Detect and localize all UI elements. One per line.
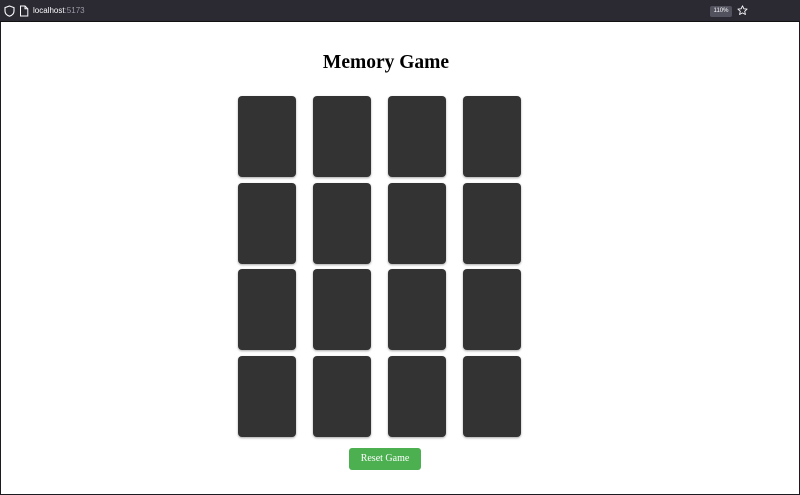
- memory-card[interactable]: [313, 269, 371, 350]
- memory-card[interactable]: [463, 269, 521, 350]
- zoom-level-badge[interactable]: 110%: [710, 6, 732, 17]
- memory-card[interactable]: [463, 96, 521, 177]
- browser-toolbar: localhost:5173 110%: [0, 0, 800, 22]
- memory-card[interactable]: [238, 96, 296, 177]
- page-viewport: Memory Game Reset Game: [1, 22, 799, 494]
- url-port: :5173: [64, 6, 85, 15]
- memory-card[interactable]: [313, 355, 371, 437]
- shield-icon[interactable]: [4, 5, 15, 17]
- memory-card[interactable]: [313, 96, 371, 177]
- memory-card[interactable]: [463, 182, 521, 264]
- url-host: localhost: [33, 6, 65, 15]
- reset-game-button[interactable]: Reset Game: [349, 448, 421, 470]
- memory-card[interactable]: [313, 182, 371, 264]
- memory-card[interactable]: [238, 355, 296, 437]
- memory-card[interactable]: [388, 182, 446, 264]
- card-grid: [238, 96, 521, 437]
- page-title: Memory Game: [322, 52, 450, 73]
- star-icon[interactable]: [737, 5, 748, 16]
- address-bar[interactable]: localhost:5173: [33, 5, 85, 17]
- memory-card[interactable]: [388, 355, 446, 437]
- memory-card[interactable]: [388, 96, 446, 177]
- memory-card[interactable]: [238, 269, 296, 350]
- memory-card[interactable]: [463, 355, 521, 437]
- memory-card[interactable]: [388, 269, 446, 350]
- memory-card[interactable]: [238, 182, 296, 264]
- page-icon[interactable]: [19, 5, 29, 17]
